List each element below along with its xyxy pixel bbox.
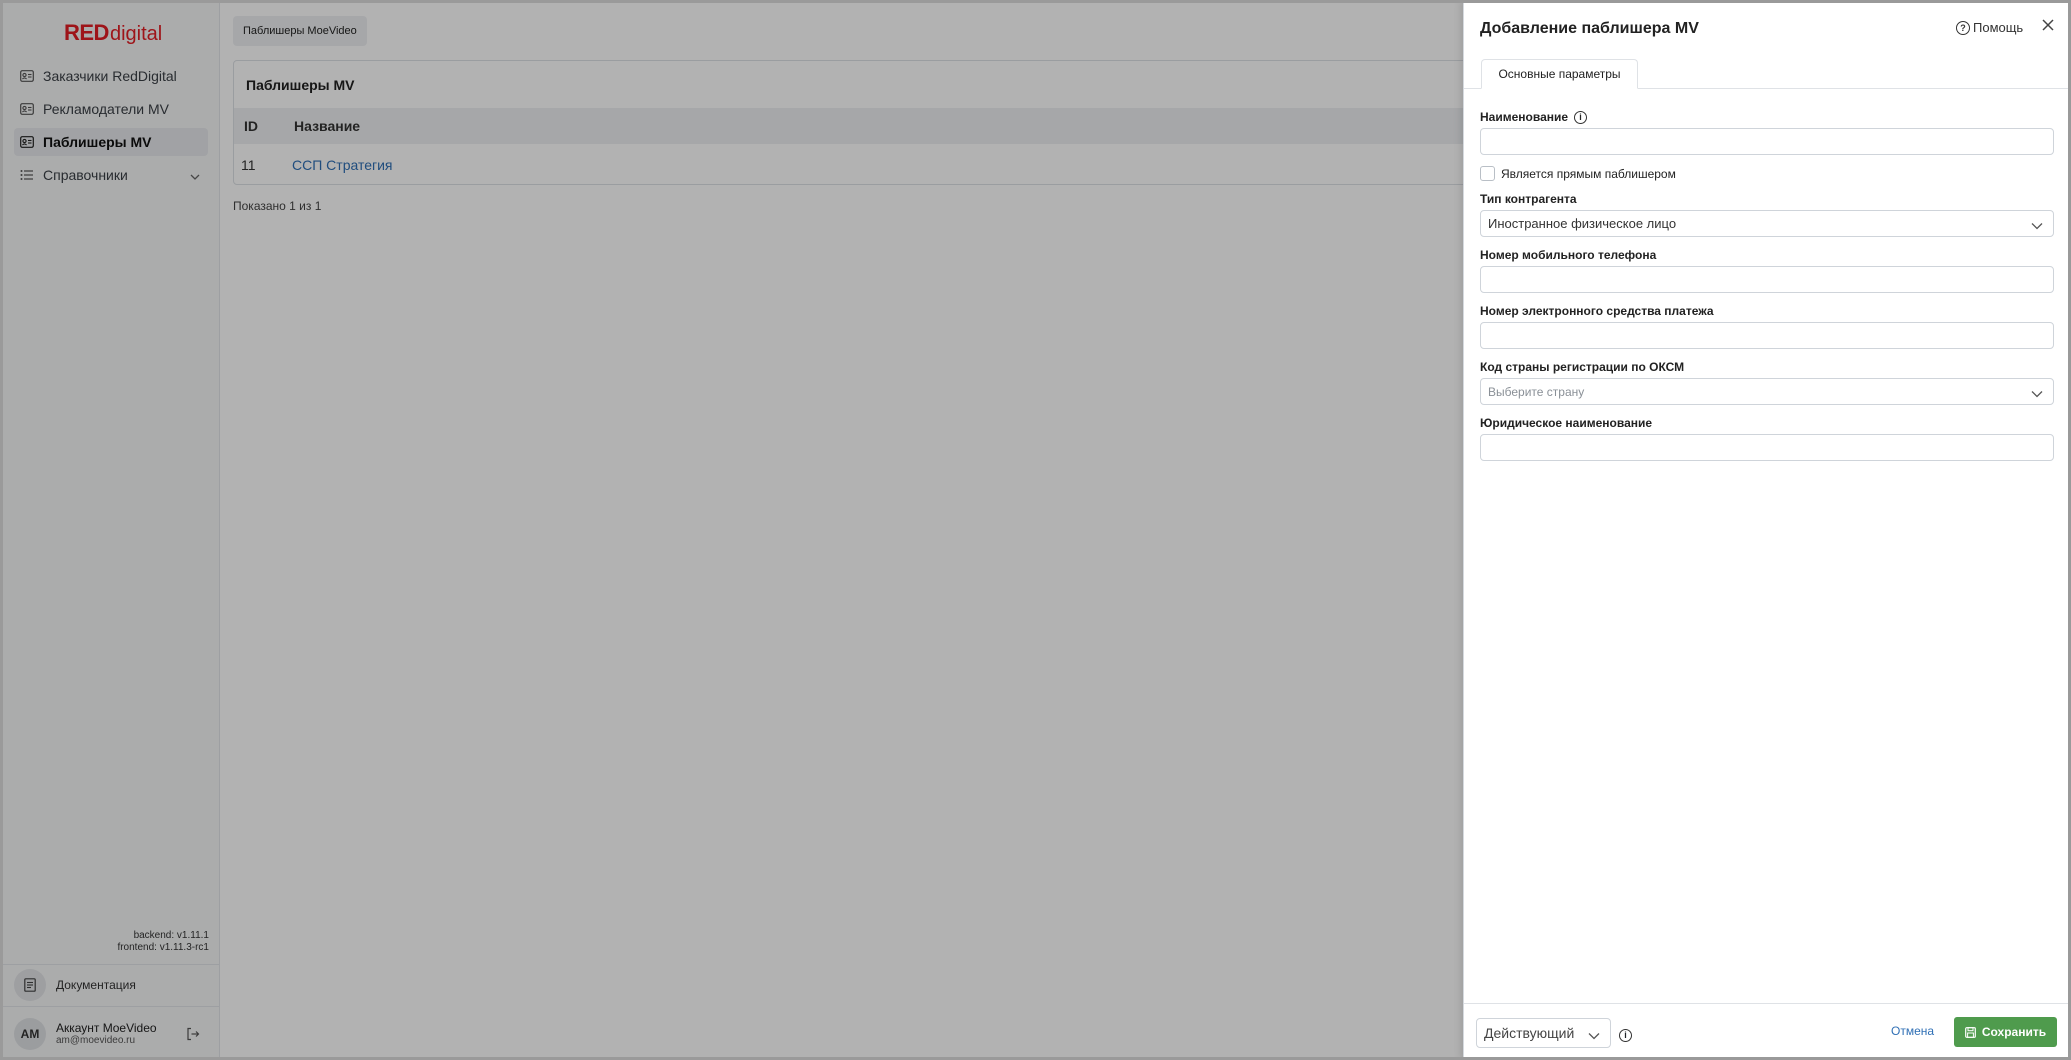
sidebar-item-label: Заказчики RedDigital: [43, 68, 177, 84]
sidebar-item-customers[interactable]: Заказчики RedDigital: [14, 62, 208, 90]
sidebar-item-label: Справочники: [43, 167, 128, 183]
frontend-version: frontend: v1.11.3-rc1: [117, 942, 209, 953]
drawer-footer: Действующий i Отмена Сохранить: [1464, 1003, 2071, 1060]
logo[interactable]: RED digital: [64, 20, 163, 45]
contractor-type-value: Иностранное физическое лицо: [1488, 216, 1677, 231]
drawer-title: Добавление паблишера MV: [1480, 20, 1699, 37]
question-icon: ?: [1956, 20, 1970, 35]
name-label-text: Наименование: [1480, 110, 1569, 124]
info-icon[interactable]: i: [1574, 110, 1588, 124]
payment-input[interactable]: [1480, 322, 2054, 349]
close-icon[interactable]: [2041, 18, 2059, 36]
save-label: Сохранить: [1981, 1025, 2047, 1039]
sidebar-item-references[interactable]: Справочники: [14, 161, 208, 189]
documentation-link[interactable]: Документация: [0, 964, 220, 1004]
table-row[interactable]: 11 ССП Стратегия: [234, 151, 1672, 181]
account-email: am@moevideo.ru: [56, 1034, 136, 1046]
add-publisher-drawer: Добавление паблишера MV ? Помощь Основны…: [1463, 0, 2071, 1060]
country-select[interactable]: Выберите страну: [1480, 378, 2054, 405]
status-select[interactable]: Действующий: [1476, 1018, 1611, 1048]
logout-icon[interactable]: [186, 1027, 200, 1046]
table-header: ID Название: [234, 108, 1672, 144]
sidebar: RED digital Заказчики RedDigital Рекламо…: [0, 0, 220, 1060]
chevron-down-icon: [190, 167, 200, 183]
chevron-down-icon: [2031, 386, 2043, 401]
checkbox-box[interactable]: [1480, 166, 1495, 181]
documentation-label: Документация: [56, 977, 136, 992]
phone-input[interactable]: [1480, 266, 2054, 293]
cell-id: 11: [241, 157, 256, 173]
column-header-id[interactable]: ID: [244, 118, 258, 134]
card-title: Паблишеры MV: [246, 77, 355, 93]
name-label: Наименование i: [1480, 110, 1588, 124]
breadcrumb[interactable]: Паблишеры MoeVideo: [233, 16, 367, 46]
logo-digital: digital: [109, 23, 163, 45]
list-icon: [20, 168, 34, 182]
country-label: Код страны регистрации по ОКСМ: [1480, 360, 1685, 374]
account-block: AM Аккаунт MoeVideo am@moevideo.ru: [0, 1006, 220, 1060]
publishers-card: Паблишеры MV ID Название 11 ССП Стратеги…: [233, 60, 1673, 185]
legal-name-input[interactable]: [1480, 434, 2054, 461]
direct-publisher-label: Является прямым паблишером: [1501, 166, 1676, 181]
version-info: backend: v1.11.1 frontend: v1.11.3-rc1: [117, 930, 209, 954]
column-header-name[interactable]: Название: [294, 118, 360, 134]
phone-label: Номер мобильного телефона: [1480, 248, 1657, 262]
id-card-icon: [20, 69, 34, 83]
payment-label: Номер электронного средства платежа: [1480, 304, 1714, 318]
status-value: Действующий: [1484, 1025, 1575, 1041]
name-input[interactable]: [1480, 128, 2054, 155]
contractor-type-select[interactable]: Иностранное физическое лицо: [1480, 210, 2054, 237]
sidebar-item-label: Паблишеры MV: [43, 134, 152, 150]
cell-name-link[interactable]: ССП Стратегия: [292, 157, 393, 173]
type-label: Тип контрагента: [1480, 192, 1577, 206]
help-label: Помощь: [1973, 20, 2024, 35]
legal-name-label: Юридическое наименование: [1480, 416, 1653, 430]
direct-publisher-checkbox[interactable]: Является прямым паблишером: [1480, 166, 1676, 181]
sidebar-item-label: Рекламодатели MV: [43, 101, 169, 117]
sidebar-item-publishers[interactable]: Паблишеры MV: [14, 128, 208, 156]
id-card-icon: [20, 135, 34, 149]
help-button[interactable]: ? Помощь: [1956, 20, 2023, 35]
document-icon: [14, 968, 46, 1001]
save-button[interactable]: Сохранить: [1954, 1017, 2057, 1047]
account-name: Аккаунт MoeVideo: [56, 1020, 157, 1035]
backend-version: backend: v1.11.1: [133, 930, 209, 941]
cancel-button[interactable]: Отмена: [1891, 1024, 1934, 1038]
chevron-down-icon: [2031, 218, 2043, 233]
tab-main-params[interactable]: Основные параметры: [1481, 59, 1638, 89]
pagination-summary: Показано 1 из 1: [233, 199, 322, 213]
sidebar-nav: Заказчики RedDigital Рекламодатели MV Па…: [14, 62, 208, 194]
avatar[interactable]: AM: [14, 1017, 46, 1050]
country-placeholder: Выберите страну: [1488, 384, 1585, 399]
info-icon[interactable]: i: [1619, 1025, 1632, 1043]
sidebar-item-advertisers[interactable]: Рекламодатели MV: [14, 95, 208, 123]
logo-red: RED: [64, 20, 109, 45]
floppy-icon: [1964, 1026, 1976, 1038]
chevron-down-icon: [1588, 1027, 1600, 1043]
id-card-icon: [20, 102, 34, 116]
